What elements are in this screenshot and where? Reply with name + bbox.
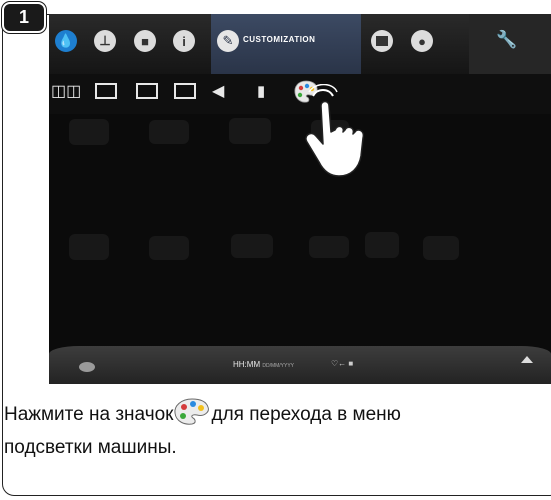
tab-customization-label: CUSTOMIZATION: [243, 35, 316, 44]
caption-text-before: Нажмите на значок: [4, 404, 174, 425]
ghost-beverage-icon: [231, 234, 273, 258]
bottle-icon[interactable]: ▮: [257, 82, 265, 102]
wrench-icon[interactable]: 🔧: [496, 30, 517, 50]
ghost-beverage-icon: [69, 234, 109, 260]
pointing-hand-icon: [305, 84, 365, 177]
top-menu-bar: 💧 ⊥ ■ i ✎ CUSTOMIZATION ● 🔧: [49, 14, 551, 74]
book-swap-icon[interactable]: [95, 83, 117, 99]
customization-icon: ✎: [217, 30, 239, 52]
thermometer-icon[interactable]: ⊥: [94, 30, 116, 52]
clock-icon[interactable]: [174, 83, 196, 99]
status-time: HH:MM DD/MM/YYYY: [233, 360, 295, 369]
up-arrow-icon[interactable]: [521, 356, 533, 363]
caption-text-after: для перехода в меню: [211, 404, 401, 425]
caption-text-line2: подсветки машины.: [4, 437, 177, 458]
image-icon[interactable]: [136, 83, 158, 99]
status-bar: HH:MM DD/MM/YYYY ♡← ■: [49, 346, 551, 384]
machine-screen: 💧 ⊥ ■ i ✎ CUSTOMIZATION ● 🔧 ◫◫ ◀ ▮ HH:MM…: [49, 14, 551, 384]
ghost-beverage-icon: [365, 232, 399, 258]
water-drop-icon[interactable]: 💧: [55, 30, 77, 52]
user-icon[interactable]: ●: [411, 30, 433, 52]
cup-icon[interactable]: ■: [134, 30, 156, 52]
home-icon[interactable]: [79, 362, 95, 372]
ghost-beverage-icon: [309, 236, 349, 258]
ghost-beverage-icon: [69, 119, 109, 145]
status-icons: ♡← ■: [331, 359, 354, 368]
speaker-icon[interactable]: ◀: [212, 82, 224, 102]
menu-icon[interactable]: [371, 30, 393, 52]
book-icon[interactable]: ◫◫: [51, 82, 81, 102]
instruction-caption: Нажмите на значок для перехода в меню по…: [4, 398, 551, 464]
ghost-beverage-icon: [229, 118, 271, 144]
status-date: DD/MM/YYYY: [262, 363, 295, 369]
ghost-beverage-icon: [423, 236, 459, 260]
step-badge: 1: [2, 2, 46, 33]
palette-icon: [174, 398, 210, 425]
ghost-beverage-icon: [149, 236, 189, 260]
ghost-beverage-icon: [149, 120, 189, 144]
info-icon[interactable]: i: [173, 30, 195, 52]
tab-customization[interactable]: ✎ CUSTOMIZATION: [211, 14, 361, 74]
